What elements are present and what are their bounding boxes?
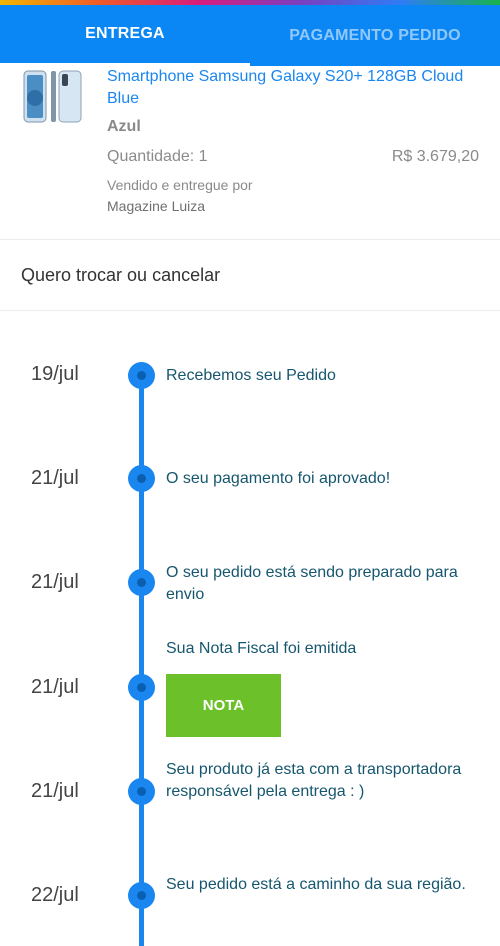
- product-card: Smartphone Samsung Galaxy S20+ 128GB Clo…: [0, 66, 500, 240]
- timeline-date: 19/jul: [31, 363, 79, 385]
- seller-label: Vendido e entregue por: [107, 177, 253, 193]
- product-price: R$ 3.679,20: [391, 148, 479, 165]
- timeline-status: Recebemos seu Pedido: [166, 367, 336, 384]
- timeline-date: 21/jul: [31, 571, 79, 593]
- timeline-date: 21/jul: [31, 467, 79, 489]
- timeline-dot: [128, 569, 155, 596]
- timeline-dot: [128, 882, 155, 909]
- product-quantity: Quantidade: 1: [107, 148, 208, 165]
- product-color: Azul: [107, 118, 141, 135]
- product-title[interactable]: Smartphone Samsung Galaxy S20+ 128GB Clo…: [107, 66, 477, 110]
- delivery-timeline: 19/jul Recebemos seu Pedido 21/jul O seu…: [0, 311, 500, 946]
- tab-pagamento-pedido[interactable]: PAGAMENTO PEDIDO: [250, 5, 500, 66]
- timeline-date: 21/jul: [31, 780, 79, 802]
- timeline-status: Seu produto já esta com a transportadora…: [166, 761, 462, 800]
- timeline-dot: [128, 362, 155, 389]
- seller-name: Magazine Luiza: [107, 198, 206, 214]
- exchange-cancel-label: Quero trocar ou cancelar: [21, 265, 221, 285]
- timeline-dot: [128, 465, 155, 492]
- timeline-line: [139, 374, 144, 946]
- smartphone-image: [22, 70, 84, 124]
- timeline-status: O seu pagamento foi aprovado!: [166, 470, 391, 487]
- timeline-status: Seu pedido está a caminho da sua região.: [166, 876, 466, 893]
- timeline-dot: [128, 778, 155, 805]
- timeline-dot: [128, 674, 155, 701]
- nota-fiscal-button[interactable]: NOTA: [166, 674, 281, 737]
- exchange-cancel-link[interactable]: Quero trocar ou cancelar: [0, 240, 500, 311]
- timeline-status: O seu pedido está sendo preparado para e…: [166, 564, 458, 603]
- tab-bar: ENTREGA PAGAMENTO PEDIDO: [0, 5, 500, 66]
- tab-entrega[interactable]: ENTREGA: [0, 5, 250, 66]
- timeline-date: 21/jul: [31, 676, 79, 698]
- timeline-status: Sua Nota Fiscal foi emitida: [166, 640, 357, 657]
- timeline-date: 22/jul: [31, 884, 79, 906]
